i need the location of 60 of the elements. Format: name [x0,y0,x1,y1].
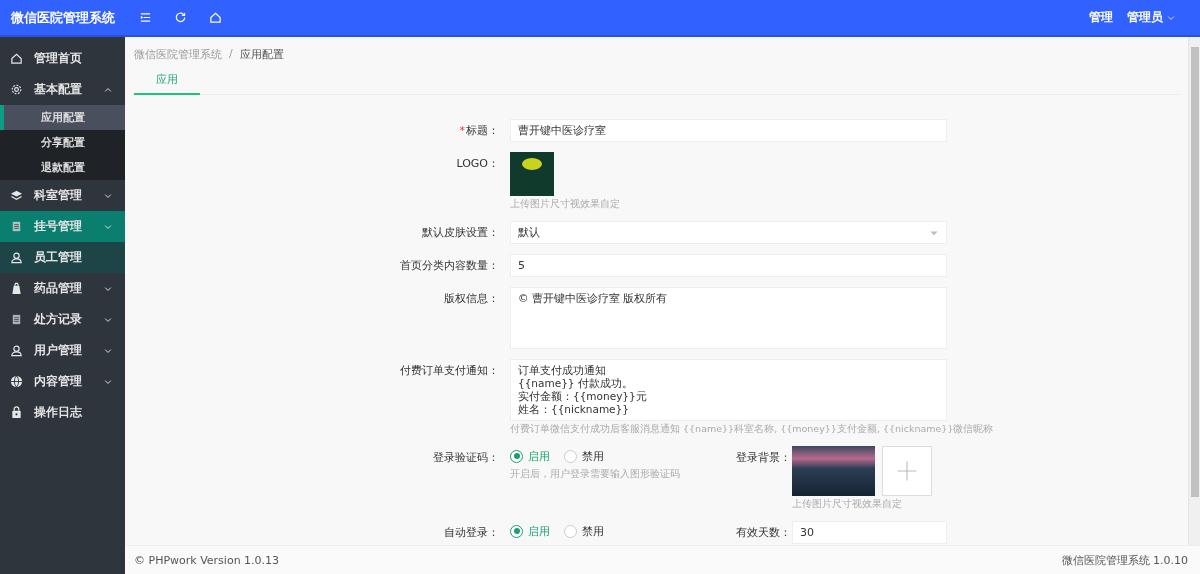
scrollbar[interactable] [1188,37,1200,545]
sidebar-item[interactable]: 用户管理 [0,335,125,366]
logo-image [510,152,554,196]
textarea-field[interactable]: 订单支付成功通知 {{name}} 付款成功。 实付金额：{{money}}元 姓名：{{nickname}} [510,359,947,421]
hint-text: 付费订单微信支付成功后客服消息通知 {{name}}科室名称, {{money}}支付金额, {{nickname}}微信昵称 [510,423,994,436]
field-label: 付费订单支付通知： [400,364,499,377]
footer-text: 微信医院管理系统 1.0.10 [1061,552,1188,568]
nav-link[interactable]: 管理 [1089,9,1113,26]
field-label: 标题： [466,124,499,137]
user-menu[interactable]: 管理员 [1127,9,1176,26]
hint-text: 开启后，用户登录需要输入图形验证码 [510,468,680,481]
sidebar-item[interactable]: 科室管理 [0,180,125,211]
radio-option[interactable]: 禁用 [564,448,604,464]
radio-option[interactable]: 禁用 [564,523,604,539]
select-field[interactable]: 默认 [510,221,947,244]
app-title: 微信医院管理系统 [9,8,116,27]
sidebar-item[interactable]: 处方记录 [0,304,125,335]
submenu-item[interactable]: 退款配置 [0,155,125,180]
sidebar-item[interactable]: 管理首页 [0,43,125,74]
bag-icon [10,282,23,295]
breadcrumb-item: 应用配置 [239,47,284,62]
text-line: {{name}} 付款成功。 [518,377,634,390]
field-label: 默认皮肤设置： [422,226,499,239]
field-label: 首页分类内容数量： [400,259,499,272]
sidebar-item[interactable]: 药品管理 [0,273,125,304]
text-line: © 曹开键中医诊疗室 版权所有 [518,292,669,305]
home-icon [10,52,23,65]
textarea-field[interactable]: © 曹开键中医诊疗室 版权所有 [510,287,947,349]
globe-icon [10,375,23,388]
document-icon [10,313,23,326]
sidebar-item[interactable]: 操作日志 [0,397,125,428]
text-line: 实付金额：{{money}}元 [518,390,648,403]
text-line: 姓名：{{nickname}} [518,403,630,416]
sidebar-item[interactable]: 员工管理 [0,242,125,273]
submenu-item[interactable]: 应用配置 [0,105,125,130]
sidebar-item[interactable]: 内容管理 [0,366,125,397]
home-icon[interactable] [207,9,224,26]
breadcrumb-separator: / [229,47,233,62]
footer-text: © PHPwork Version 1.0.13 [134,553,280,567]
sidebar-item[interactable]: 基本配置 [0,74,125,105]
field-label: 登录背景： [736,451,791,464]
submenu-item[interactable]: 分享配置 [0,130,125,155]
sidebar-item[interactable]: 挂号管理 [0,211,125,242]
field-label: 登录验证码： [433,451,499,464]
document-icon [10,220,23,233]
input-field[interactable]: 30 [792,521,947,544]
required-mark: * [459,124,465,137]
user-icon [10,251,23,264]
field-label: 自动登录： [444,526,499,539]
input-field[interactable]: 曹开键中医诊疗室 [510,119,947,142]
plus-icon [896,460,918,482]
field-label: 版权信息： [444,292,499,305]
text-line: 订单支付成功通知 [518,364,607,377]
user-icon [10,344,23,357]
lock-icon [10,406,23,419]
field-label: LOGO： [456,157,499,170]
field-label: 有效天数： [736,526,791,539]
gear-icon [10,83,23,96]
input-field[interactable]: 5 [510,254,947,277]
layers-icon [10,189,23,202]
